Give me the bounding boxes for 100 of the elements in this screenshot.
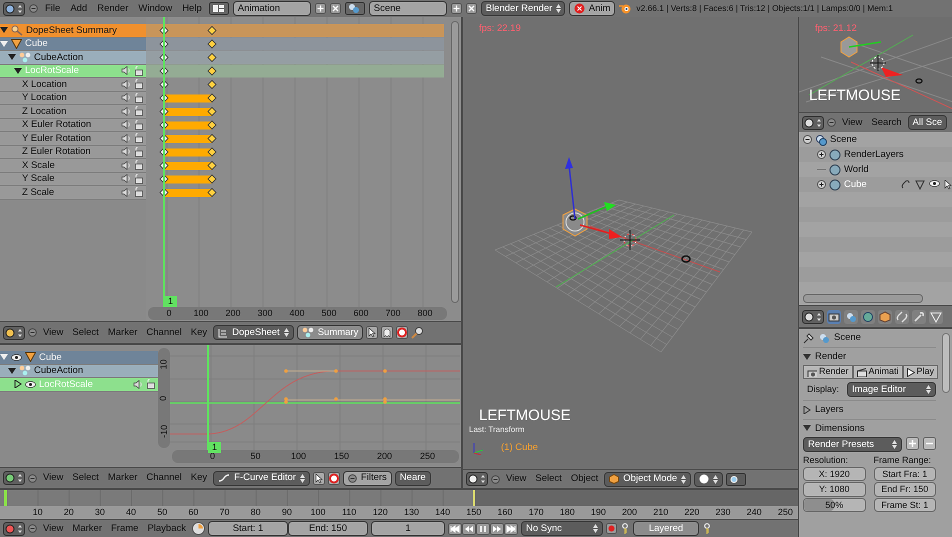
snap-target-icon[interactable] [396,326,408,339]
disclosure-triangle-icon[interactable] [0,26,8,34]
keyframe-marker[interactable] [334,397,338,401]
keyframe-marker[interactable] [207,120,217,130]
start-frame-field[interactable]: Start: 1 [208,521,288,536]
number-field[interactable]: Start Fra: 1 [874,466,936,482]
cube-object[interactable] [562,208,588,237]
select-cursor-icon[interactable] [366,326,378,339]
collapse-icon[interactable] [491,474,500,484]
keyframe-marker[interactable] [207,80,217,90]
keyframe-marker[interactable] [207,160,217,170]
menu-item[interactable]: View [40,524,66,534]
close-icon[interactable] [466,3,477,14]
lock-icon[interactable] [134,66,143,76]
menu-item[interactable]: Key [188,328,210,338]
menu-item[interactable]: View [40,473,66,483]
tree-item-name[interactable]: RenderLayers [844,148,904,160]
transform-gizmo[interactable] [565,157,622,239]
render-button[interactable]: Play [902,365,938,380]
tree-row[interactable]: RenderLayers [799,147,952,162]
next-keyframe-icon[interactable] [490,522,504,534]
pivot-dropdown[interactable]: Neare [394,470,431,486]
skip-to-start-icon[interactable] [448,522,462,534]
scene-field[interactable]: Scene [368,1,447,16]
speaker-icon[interactable] [133,380,143,389]
key-icon[interactable] [702,522,712,534]
eye-icon[interactable] [11,354,22,361]
menu-item[interactable]: Playback [144,524,189,534]
eye-icon[interactable] [929,180,940,186]
keyframe-marker[interactable] [383,369,387,373]
data-tab[interactable] [929,310,943,324]
menu-item[interactable]: Select [532,474,565,484]
modifiers-tab[interactable] [912,310,926,324]
editor-type-icon[interactable] [3,326,25,340]
channel-row[interactable]: Z Location [0,105,146,118]
snap-target-icon[interactable] [328,472,340,484]
keyframe-record-icon[interactable] [192,522,205,535]
menu-item[interactable]: Key [188,473,210,483]
keyframe-marker[interactable] [207,188,217,198]
presets-dropdown[interactable]: Render Presets [803,437,902,452]
mesh-triangle-icon[interactable] [915,180,925,190]
frame-ruler[interactable]: 0 50 100 150 200 250 [172,450,459,463]
panel-title[interactable]: Dimensions [815,422,865,434]
scrollbar[interactable] [451,21,459,303]
keying-set-field[interactable]: Layered [633,521,699,536]
editor-type-icon[interactable] [3,522,25,536]
pause-icon[interactable] [476,522,490,534]
speaker-icon[interactable] [121,66,131,76]
collapse-icon[interactable] [29,4,38,13]
lock-icon[interactable] [134,160,143,170]
keyframe-marker[interactable] [207,39,217,49]
expand-toggle-icon[interactable] [817,150,826,159]
speaker-icon[interactable] [121,147,131,156]
menu-item[interactable]: View [839,118,866,128]
previous-keyframe-icon[interactable] [462,522,476,534]
channel-row[interactable]: Y Scale [0,172,146,186]
keyframe-marker[interactable] [383,400,387,404]
keyframe-marker[interactable] [207,93,217,103]
shading-dropdown[interactable] [694,472,724,486]
close-icon[interactable] [330,3,341,14]
menu-item[interactable]: Channel [143,328,185,338]
tree-row[interactable]: World [799,162,952,177]
mode-dropdown[interactable]: F-Curve Editor [213,470,310,486]
filters-button[interactable]: Filters [342,470,392,486]
number-field[interactable]: End Fr: 150 [874,482,936,497]
lock-icon[interactable] [134,79,143,90]
lock-icon[interactable] [146,379,155,390]
tree-item-name[interactable]: World [844,164,869,176]
number-field[interactable]: Y: 1080 [803,482,866,497]
collapse-icon[interactable] [827,118,836,127]
speaker-icon[interactable] [121,106,131,116]
keyframe-marker[interactable] [207,26,217,36]
keyframe-marker[interactable] [334,369,338,373]
eye-icon[interactable] [25,380,36,388]
panel-title[interactable]: Layers [815,404,844,416]
channel-row[interactable]: Z Euler Rotation [0,146,146,159]
collapse-icon[interactable] [28,524,37,533]
menu-item[interactable]: Help [179,4,205,14]
lock-icon[interactable] [134,92,143,103]
collapse-icon[interactable] [28,474,37,482]
menu-item[interactable]: View [40,328,66,338]
panel-title[interactable]: Render [815,351,846,362]
speaker-icon[interactable] [121,93,131,102]
keyframe-marker[interactable] [284,397,288,401]
editor-type-icon[interactable] [802,310,824,324]
channel-row[interactable]: Y Euler Rotation [0,132,146,146]
expand-toggle-icon[interactable] [817,180,826,189]
disclosure-triangle-icon[interactable] [803,352,811,361]
lamp-object[interactable] [681,255,691,263]
add-icon[interactable] [314,3,326,14]
object-tab[interactable] [878,310,892,324]
summary-toggle[interactable]: Summary [296,325,364,340]
disclosure-triangle-icon[interactable] [803,424,811,432]
mode-dropdown[interactable]: DopeSheet [213,325,294,340]
sync-dropdown[interactable]: No Sync [521,521,603,536]
add-icon[interactable] [906,437,919,450]
add-icon[interactable] [450,3,462,14]
speaker-icon[interactable] [121,160,131,170]
channel-row[interactable]: X Location [0,78,146,92]
display-mode-dropdown[interactable]: All Sce [908,115,948,130]
